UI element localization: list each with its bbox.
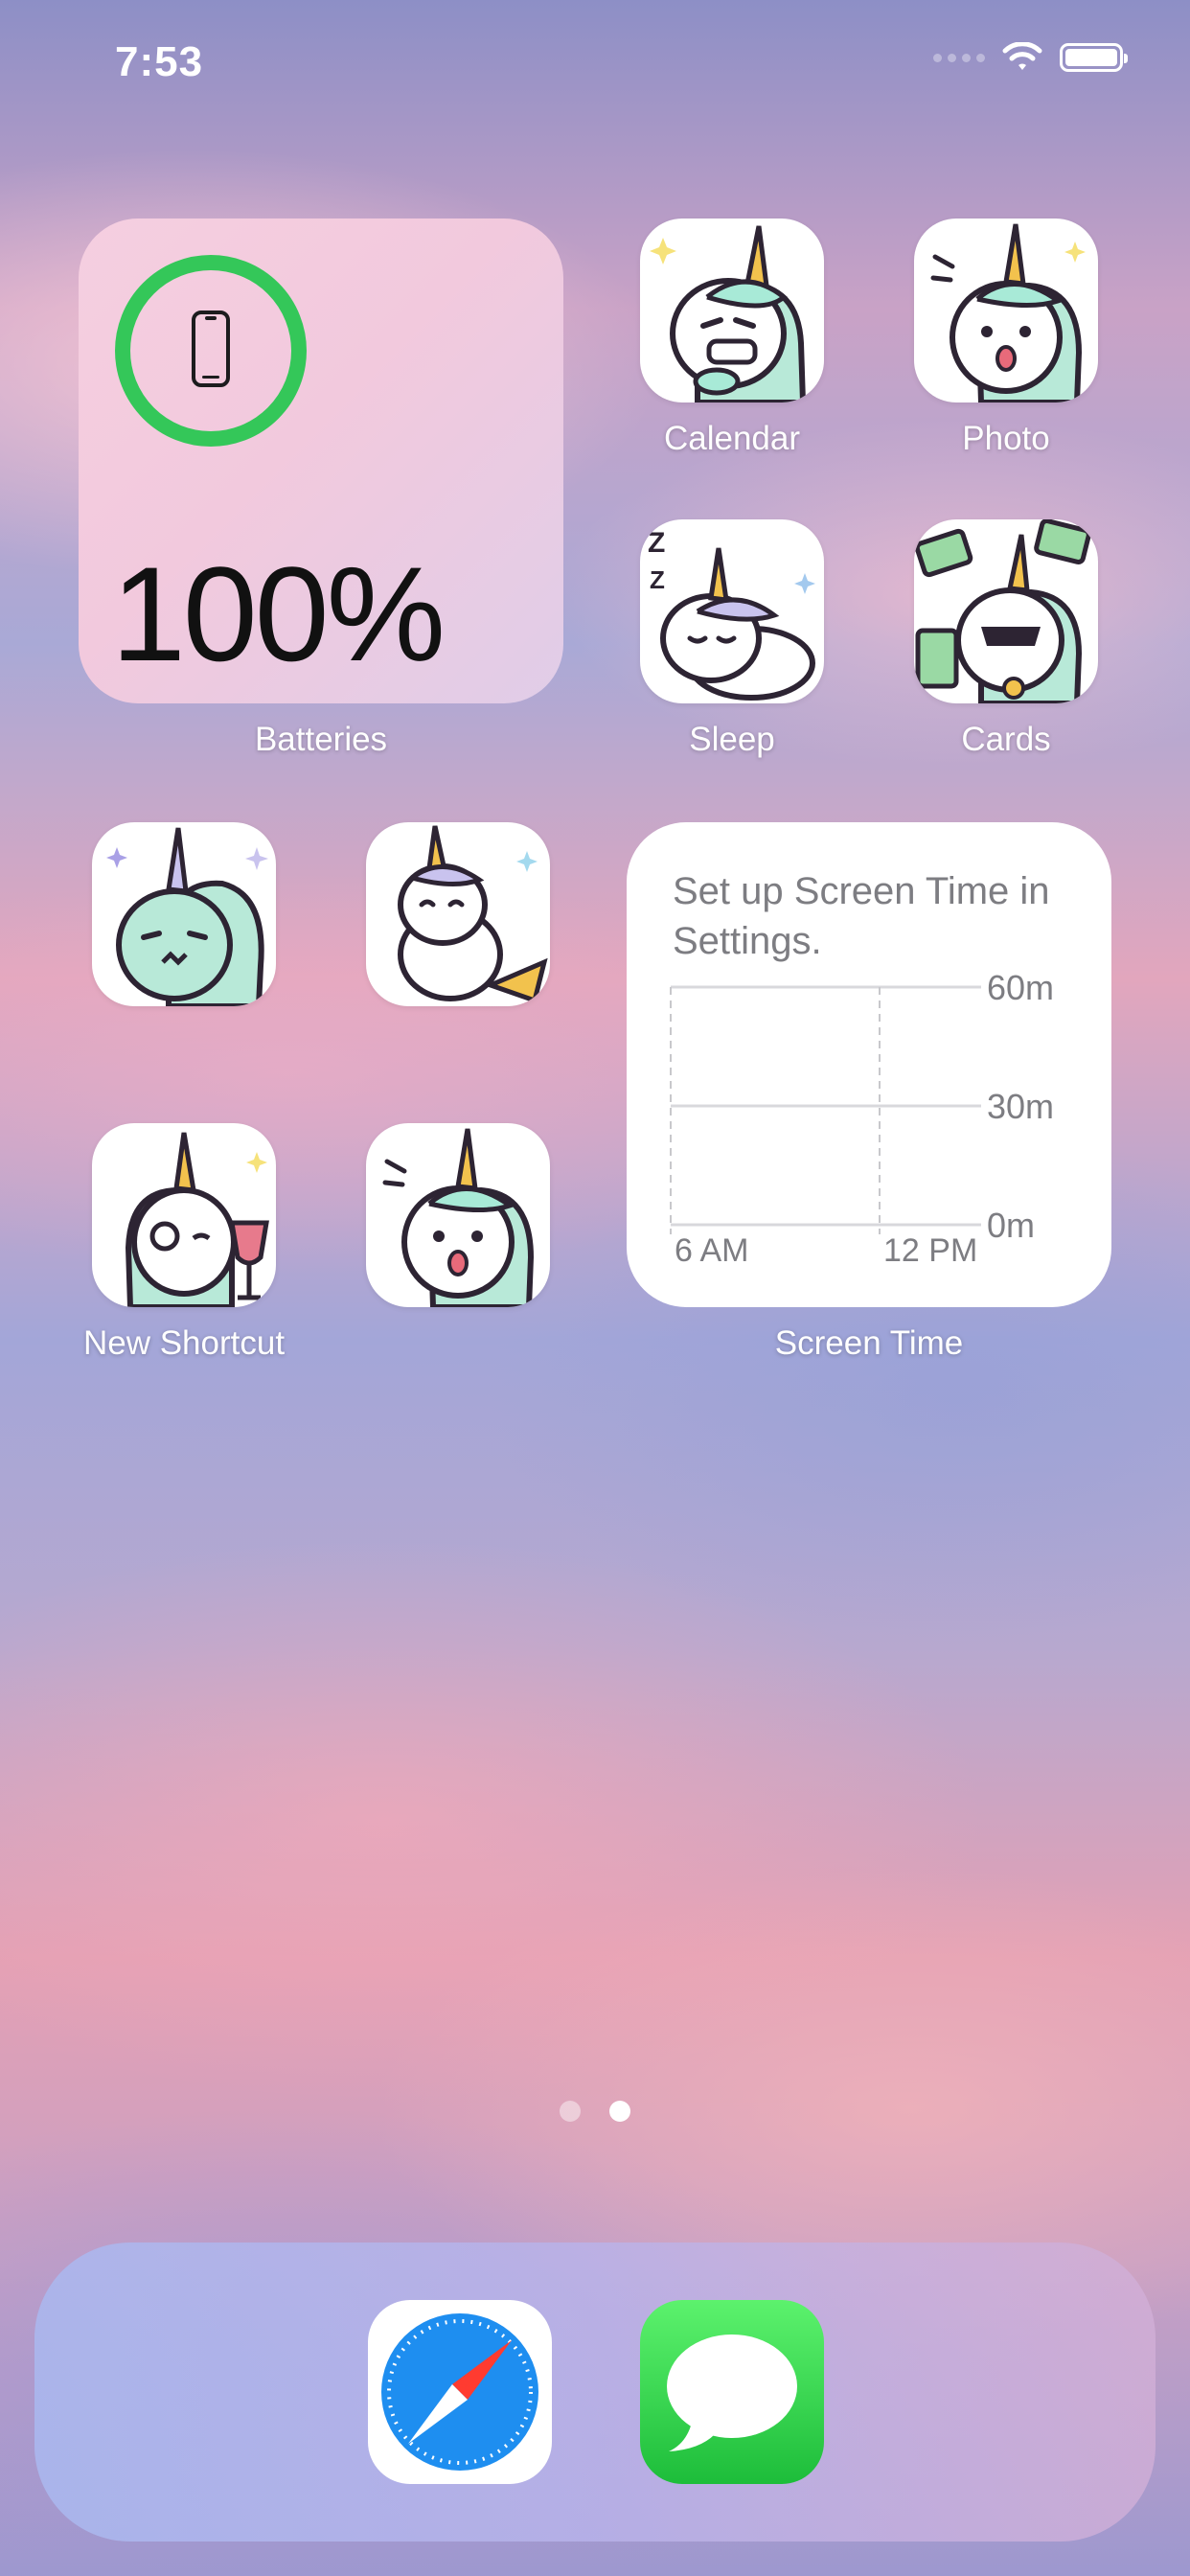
app-unnamed-2[interactable] bbox=[366, 822, 550, 1006]
unicorn-rich-icon bbox=[914, 519, 1091, 703]
app-new-shortcut[interactable] bbox=[92, 1123, 276, 1307]
battery-ring bbox=[115, 255, 307, 447]
screen-time-widget[interactable]: Set up Screen Time in Settings. 60m 30m … bbox=[627, 822, 1111, 1307]
app-sleep[interactable]: Z Z bbox=[640, 519, 824, 703]
messages-icon bbox=[667, 2334, 797, 2451]
dock-app-safari[interactable] bbox=[368, 2300, 552, 2484]
app-photo[interactable] bbox=[914, 218, 1098, 402]
app-cards-label: Cards bbox=[961, 721, 1051, 758]
status-indicators bbox=[933, 42, 1128, 73]
unicorn-worried-icon bbox=[106, 827, 268, 1006]
page-dot-2[interactable] bbox=[609, 2101, 630, 2122]
page-indicator[interactable] bbox=[560, 2101, 630, 2122]
battery-percentage: 100% bbox=[111, 539, 446, 689]
svg-text:Z: Z bbox=[648, 527, 665, 559]
battery-status-icon bbox=[1060, 43, 1128, 72]
unicorn-monocle-icon bbox=[125, 1132, 269, 1307]
app-calendar[interactable] bbox=[640, 218, 824, 402]
wifi-icon bbox=[1002, 42, 1042, 70]
app-new-shortcut-label: New Shortcut bbox=[82, 1324, 286, 1362]
x-tick-12pm: 12 PM bbox=[883, 1232, 978, 1269]
y-tick-60m: 60m bbox=[987, 968, 1055, 1007]
status-time: 7:53 bbox=[115, 38, 204, 85]
safari-icon bbox=[381, 2313, 538, 2471]
app-cards[interactable] bbox=[914, 519, 1098, 703]
app-calendar-label: Calendar bbox=[663, 420, 801, 457]
page-dot-1[interactable] bbox=[560, 2101, 581, 2122]
svg-text:Z: Z bbox=[650, 565, 665, 594]
dock bbox=[34, 2242, 1156, 2542]
app-sleep-label: Sleep bbox=[689, 721, 775, 758]
unicorn-shocked-icon bbox=[382, 1128, 535, 1307]
unicorn-surprised-icon bbox=[930, 223, 1086, 402]
x-tick-6am: 6 AM bbox=[675, 1232, 749, 1269]
app-photo-label: Photo bbox=[962, 420, 1050, 457]
y-tick-0m: 0m bbox=[987, 1206, 1036, 1245]
batteries-widget[interactable]: 100% bbox=[79, 218, 563, 703]
y-tick-30m: 30m bbox=[987, 1087, 1055, 1126]
unicorn-pizza-icon bbox=[398, 825, 548, 1004]
app-unnamed-3[interactable] bbox=[366, 1123, 550, 1307]
batteries-widget-label: Batteries bbox=[254, 721, 388, 758]
dock-app-messages[interactable] bbox=[640, 2300, 824, 2484]
iphone-icon bbox=[192, 310, 230, 387]
unicorn-grin-icon bbox=[650, 225, 807, 402]
unicorn-sleeping-icon: Z Z bbox=[648, 527, 815, 701]
app-unnamed-1[interactable] bbox=[92, 822, 276, 1006]
cellular-signal-icon bbox=[933, 53, 985, 62]
screen-time-widget-label: Screen Time bbox=[774, 1324, 964, 1362]
